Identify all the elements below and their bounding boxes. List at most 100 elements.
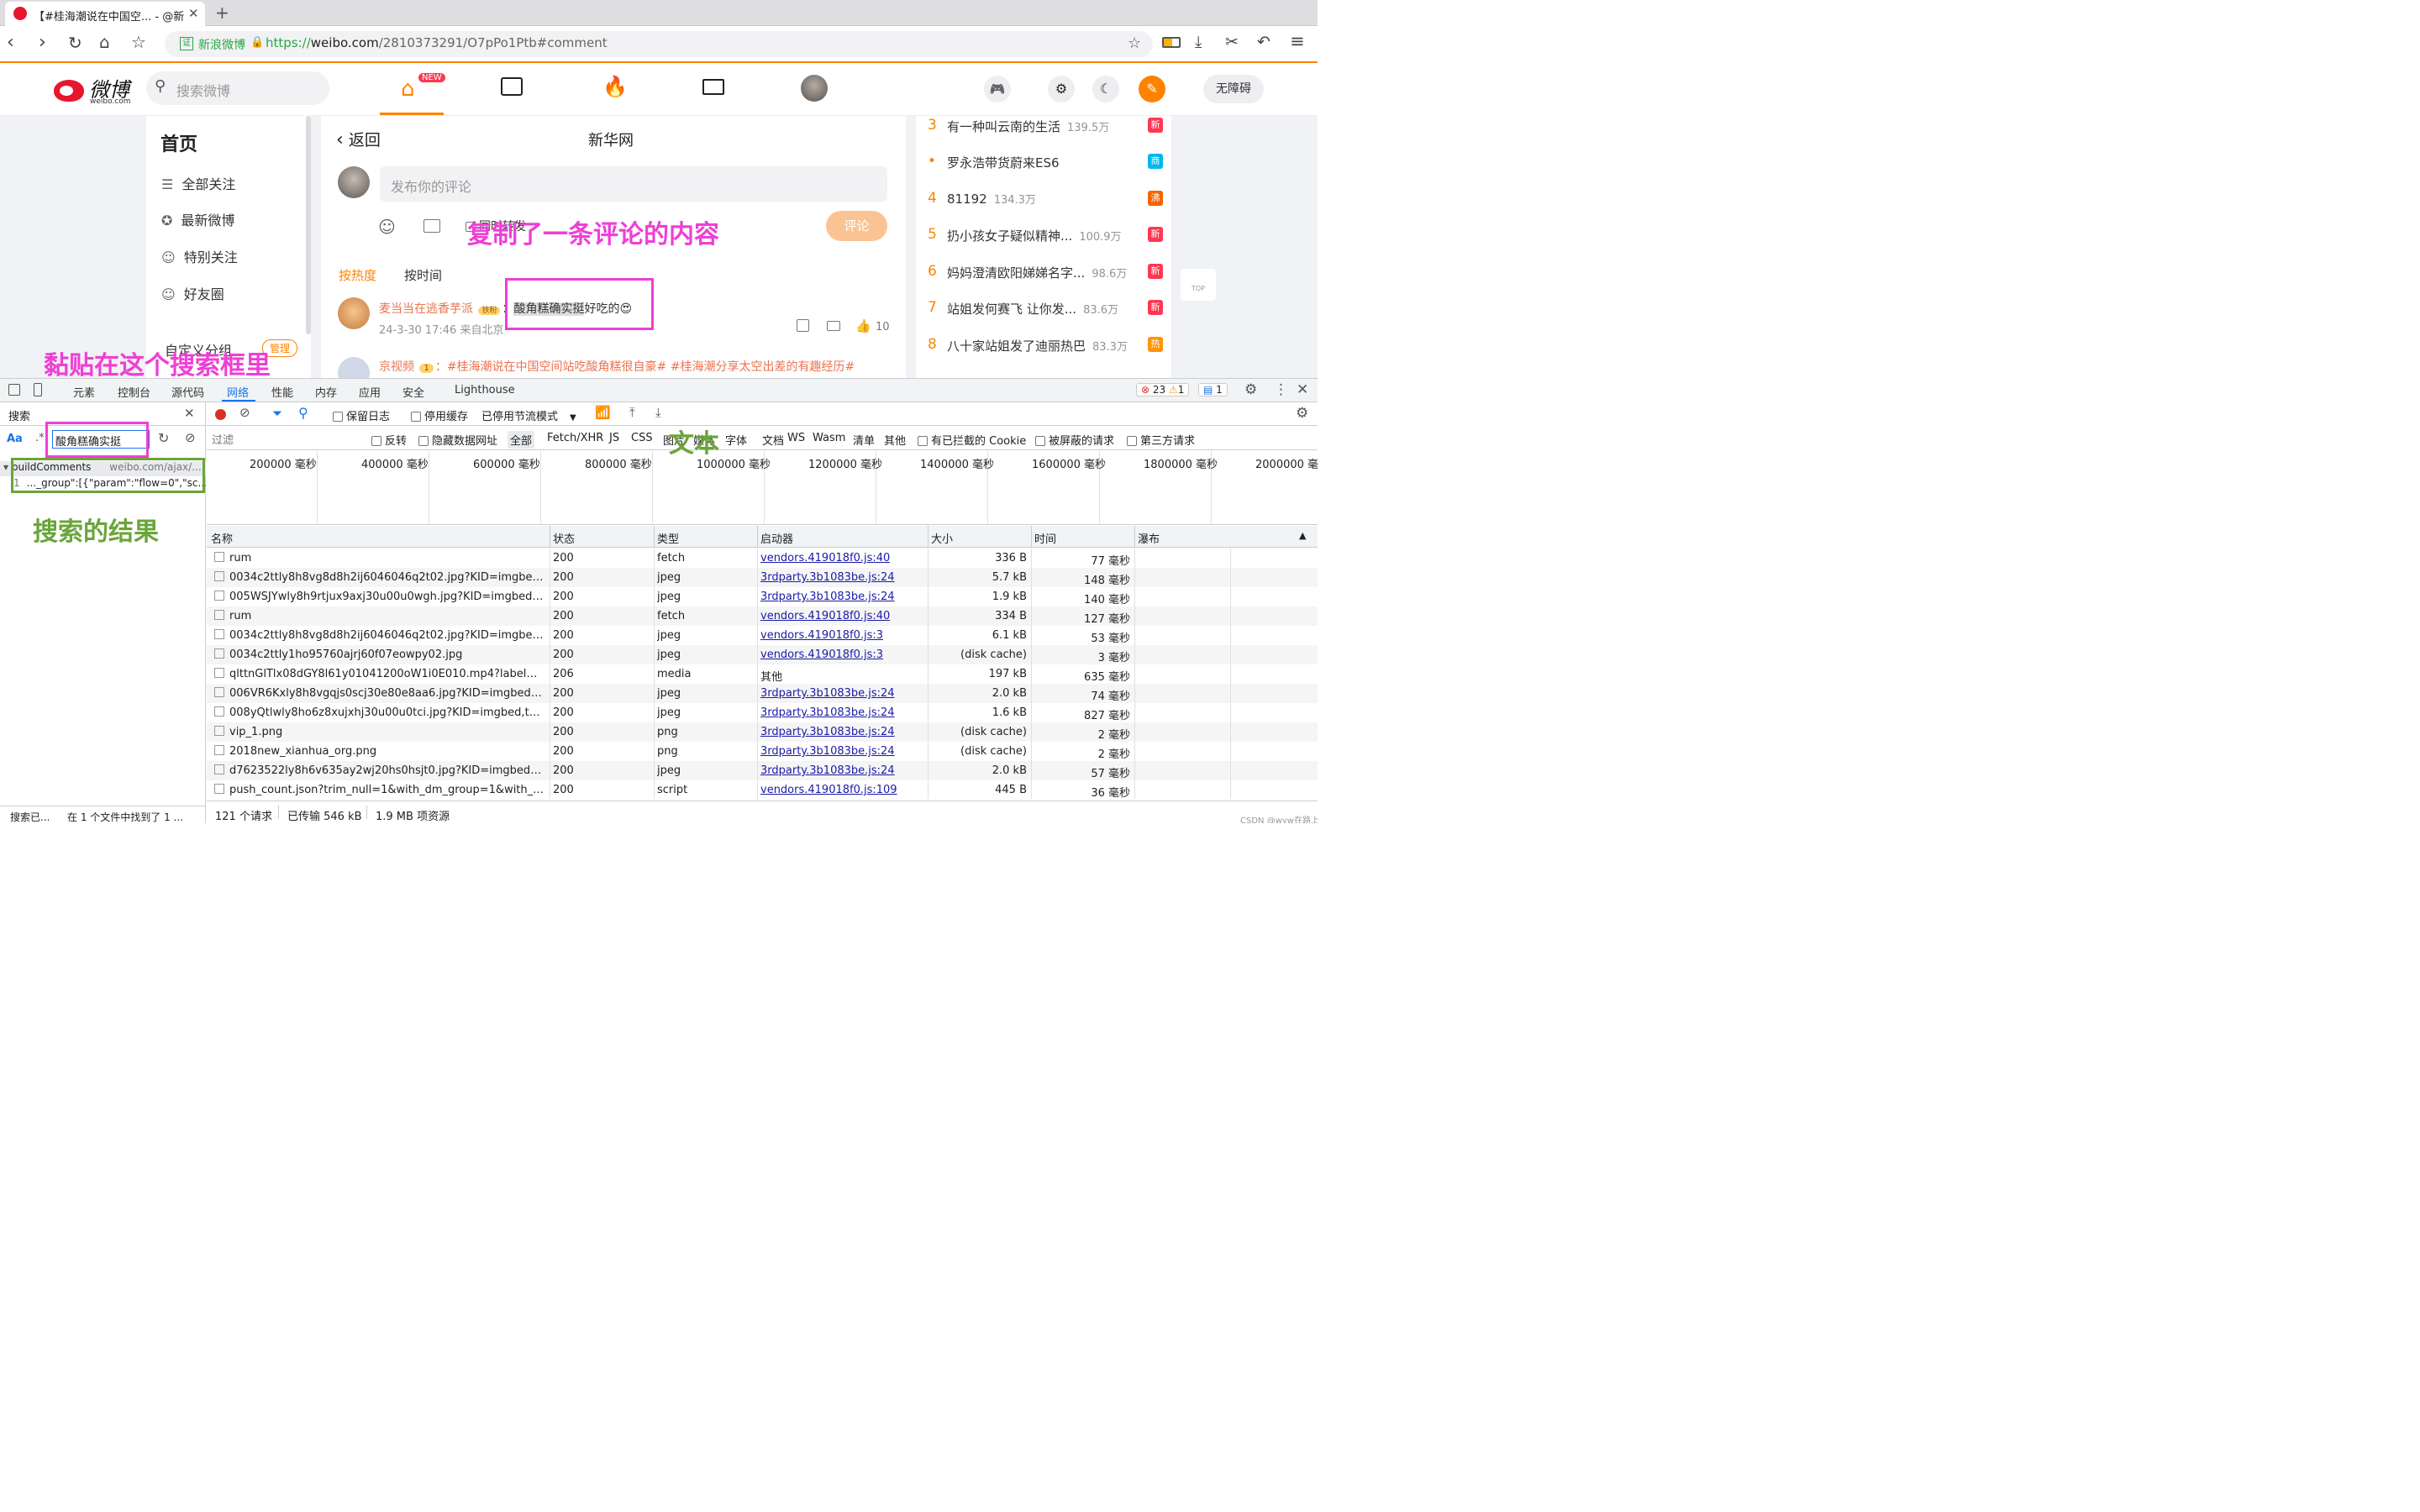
download-icon[interactable]: ⤓ bbox=[1195, 33, 1202, 51]
devtools-tab[interactable]: 元素 bbox=[73, 384, 95, 400]
column-header[interactable]: 时间 bbox=[1034, 530, 1056, 546]
hot-nav-icon[interactable]: 🔥 bbox=[602, 75, 628, 98]
undo-icon[interactable]: ↶ bbox=[1257, 33, 1270, 51]
wifi-settings-icon[interactable]: 📶 bbox=[595, 405, 611, 420]
download-har-icon[interactable]: ⤓ bbox=[655, 405, 661, 420]
hide-data-urls-option[interactable]: 隐藏数据网址 bbox=[418, 432, 497, 448]
reload-icon[interactable]: ↻ bbox=[68, 33, 82, 53]
filter-type-button[interactable]: 字体 bbox=[723, 431, 750, 449]
cell-initiator[interactable]: 3rdparty.3b1083be.js:24 bbox=[760, 764, 895, 777]
filter-input[interactable]: 过滤 bbox=[208, 429, 360, 447]
hot-list-item[interactable]: • 罗永浩带货蔚来ES6 商 bbox=[928, 153, 1163, 171]
clear-icon[interactable]: ⊘ bbox=[239, 405, 250, 420]
cell-initiator[interactable]: 3rdparty.3b1083be.js:24 bbox=[760, 687, 895, 700]
share-icon[interactable] bbox=[797, 319, 809, 332]
preserve-log[interactable]: 保留日志 bbox=[333, 407, 390, 423]
devtools-tab[interactable]: 网络 bbox=[227, 384, 249, 400]
hot-list-item[interactable]: 5 扔小孩女子疑似精神... 100.9万 新 bbox=[928, 226, 1163, 244]
devtools-close-icon[interactable]: ✕ bbox=[1297, 381, 1308, 398]
blocked-cookies-checkbox[interactable] bbox=[918, 436, 928, 446]
left-nav-item-latest[interactable]: ✪ 最新微博 bbox=[161, 209, 234, 229]
blocked-cookies-option[interactable]: 有已拦截的 Cookie bbox=[918, 432, 1026, 448]
cell-initiator[interactable]: vendors.419018f0.js:3 bbox=[760, 629, 883, 642]
sort-time-tab[interactable]: 按时间 bbox=[404, 266, 442, 284]
column-header[interactable]: 启动器 bbox=[760, 530, 793, 546]
new-tab-icon[interactable]: + bbox=[215, 3, 229, 23]
browser-tab[interactable]: 【#桂海潮说在中国空... - @新 ✕ bbox=[5, 2, 205, 26]
device-toggle-icon[interactable] bbox=[34, 383, 42, 396]
profile-avatar[interactable] bbox=[801, 75, 828, 102]
settings-icon[interactable]: ⚙ bbox=[1048, 76, 1075, 102]
comment-submit-button[interactable]: 评论 bbox=[826, 211, 887, 241]
preserve-log-checkbox[interactable] bbox=[333, 412, 343, 422]
close-tab-icon[interactable]: ✕ bbox=[188, 6, 199, 21]
comment1-user[interactable]: 麦当当在逃香芋派 bbox=[379, 302, 473, 316]
compose-icon[interactable]: ✎ bbox=[1139, 76, 1165, 102]
video-nav-icon[interactable] bbox=[501, 77, 523, 96]
network-search-icon[interactable]: ⚲ bbox=[298, 405, 308, 421]
table-row[interactable]: 006VR6Kxly8h8vgqjs0scj30e80e8aa6.jpg?KID… bbox=[207, 684, 1318, 703]
table-row[interactable]: d7623522ly8h6v635ay2wj20hs0hsjt0.jpg?KID… bbox=[207, 761, 1318, 780]
back-button[interactable]: ‹ 返回 bbox=[336, 128, 381, 150]
devtools-tab[interactable]: 应用 bbox=[359, 384, 381, 400]
cell-initiator[interactable]: vendors.419018f0.js:109 bbox=[760, 784, 897, 796]
blocked-requests-checkbox[interactable] bbox=[1035, 436, 1045, 446]
clear-search-icon[interactable]: ⊘ bbox=[185, 430, 196, 445]
comment2-user[interactable]: 京视频 bbox=[379, 360, 414, 374]
error-count[interactable]: ⊗ 23 ⚠1 bbox=[1136, 383, 1190, 396]
table-row[interactable]: 0034c2ttly8h8vg8d8h2ij6046046q2t02.jpg?K… bbox=[207, 568, 1318, 587]
hot-list-item[interactable]: 8 八十家站姐发了迪丽热巴 83.3万 热 bbox=[928, 336, 1163, 354]
disable-cache-checkbox[interactable] bbox=[411, 412, 421, 422]
filter-type-button[interactable]: 其他 bbox=[881, 431, 908, 449]
table-row[interactable]: push_count.json?trim_null=1&with_dm_grou… bbox=[207, 780, 1318, 799]
disable-cache[interactable]: 停用缓存 bbox=[411, 407, 468, 423]
filter-type-button[interactable]: WS bbox=[785, 431, 808, 445]
accessibility-button[interactable]: 无障碍 bbox=[1203, 75, 1264, 103]
search-close-icon[interactable]: ✕ bbox=[184, 406, 195, 421]
column-header[interactable]: 大小 bbox=[931, 530, 953, 546]
invert-option[interactable]: 反转 bbox=[371, 432, 407, 448]
cell-initiator[interactable]: vendors.419018f0.js:40 bbox=[760, 610, 890, 622]
table-row[interactable]: 008yQtlwly8ho6z8xujxhj30u00u0tci.jpg?KID… bbox=[207, 703, 1318, 722]
column-divider[interactable] bbox=[1031, 526, 1032, 548]
column-divider[interactable] bbox=[928, 526, 929, 548]
table-row[interactable]: rum 200 fetch vendors.419018f0.js:40 336 B 77… bbox=[207, 549, 1318, 568]
comment2-avatar[interactable] bbox=[338, 357, 370, 378]
cell-initiator[interactable]: 3rdparty.3b1083be.js:24 bbox=[760, 745, 895, 758]
match-case-toggle[interactable]: Aa bbox=[7, 433, 23, 445]
record-icon[interactable] bbox=[215, 409, 226, 420]
emoji-icon[interactable]: ☺ bbox=[378, 217, 396, 237]
extension-icon[interactable] bbox=[1162, 37, 1181, 48]
timeline-overview[interactable]: 200000 毫秒 400000 毫秒 600000 毫秒 800000 毫秒 1000… bbox=[207, 451, 1318, 525]
url-field[interactable]: 证 新浪微博 🔒 https://weibo.com/2810373291/O7… bbox=[165, 31, 1153, 57]
left-nav-scrollbar[interactable] bbox=[306, 116, 311, 334]
devtools-tab[interactable]: 源代码 bbox=[171, 384, 204, 400]
back-to-top-button[interactable]: TOP bbox=[1181, 269, 1216, 301]
table-row[interactable]: qlttnGlTlx08dGY8l61y01041200oW1i0E010.mp… bbox=[207, 664, 1318, 684]
menu-icon[interactable]: ≡ bbox=[1290, 31, 1305, 51]
scissors-icon[interactable]: ✂ bbox=[1225, 33, 1239, 51]
column-header[interactable]: 瀑布 bbox=[1138, 530, 1160, 546]
table-row[interactable]: 2018new_xianhua_org.png 200 png 3rdparty.3b… bbox=[207, 742, 1318, 761]
devtools-tab[interactable]: 性能 bbox=[271, 384, 293, 400]
back-icon[interactable]: ‹ bbox=[7, 32, 14, 53]
message-nav-icon[interactable] bbox=[702, 79, 724, 95]
table-row[interactable]: vip_1.png 200 png 3rdparty.3b1083be.js:24 (d… bbox=[207, 722, 1318, 742]
sort-hot-tab[interactable]: 按热度 bbox=[339, 266, 376, 284]
bookmark-star-icon[interactable]: ☆ bbox=[131, 32, 146, 52]
forward-icon[interactable]: › bbox=[39, 32, 46, 53]
cell-initiator[interactable]: 3rdparty.3b1083be.js:24 bbox=[760, 726, 895, 738]
table-row[interactable]: rum 200 fetch vendors.419018f0.js:40 334 B 12… bbox=[207, 606, 1318, 626]
cell-initiator[interactable]: 3rdparty.3b1083be.js:24 bbox=[760, 706, 895, 719]
filter-type-button[interactable]: Fetch/XHR bbox=[544, 431, 606, 445]
favorite-star-icon[interactable]: ☆ bbox=[1128, 34, 1141, 52]
filter-type-button[interactable]: 清单 bbox=[850, 431, 877, 449]
comment-input[interactable]: 发布你的评论 bbox=[380, 166, 887, 202]
filter-type-button[interactable]: JS bbox=[607, 431, 622, 445]
sort-asc-icon[interactable]: ▲ bbox=[1299, 530, 1306, 541]
nav-home[interactable]: ⌂ NEW bbox=[380, 63, 445, 115]
third-party-option[interactable]: 第三方请求 bbox=[1127, 432, 1195, 448]
hot-list-item[interactable]: 4 81192 134.3万 沸 bbox=[928, 190, 1163, 208]
filter-type-button[interactable]: 文档 bbox=[760, 431, 786, 449]
third-party-checkbox[interactable] bbox=[1127, 436, 1137, 446]
